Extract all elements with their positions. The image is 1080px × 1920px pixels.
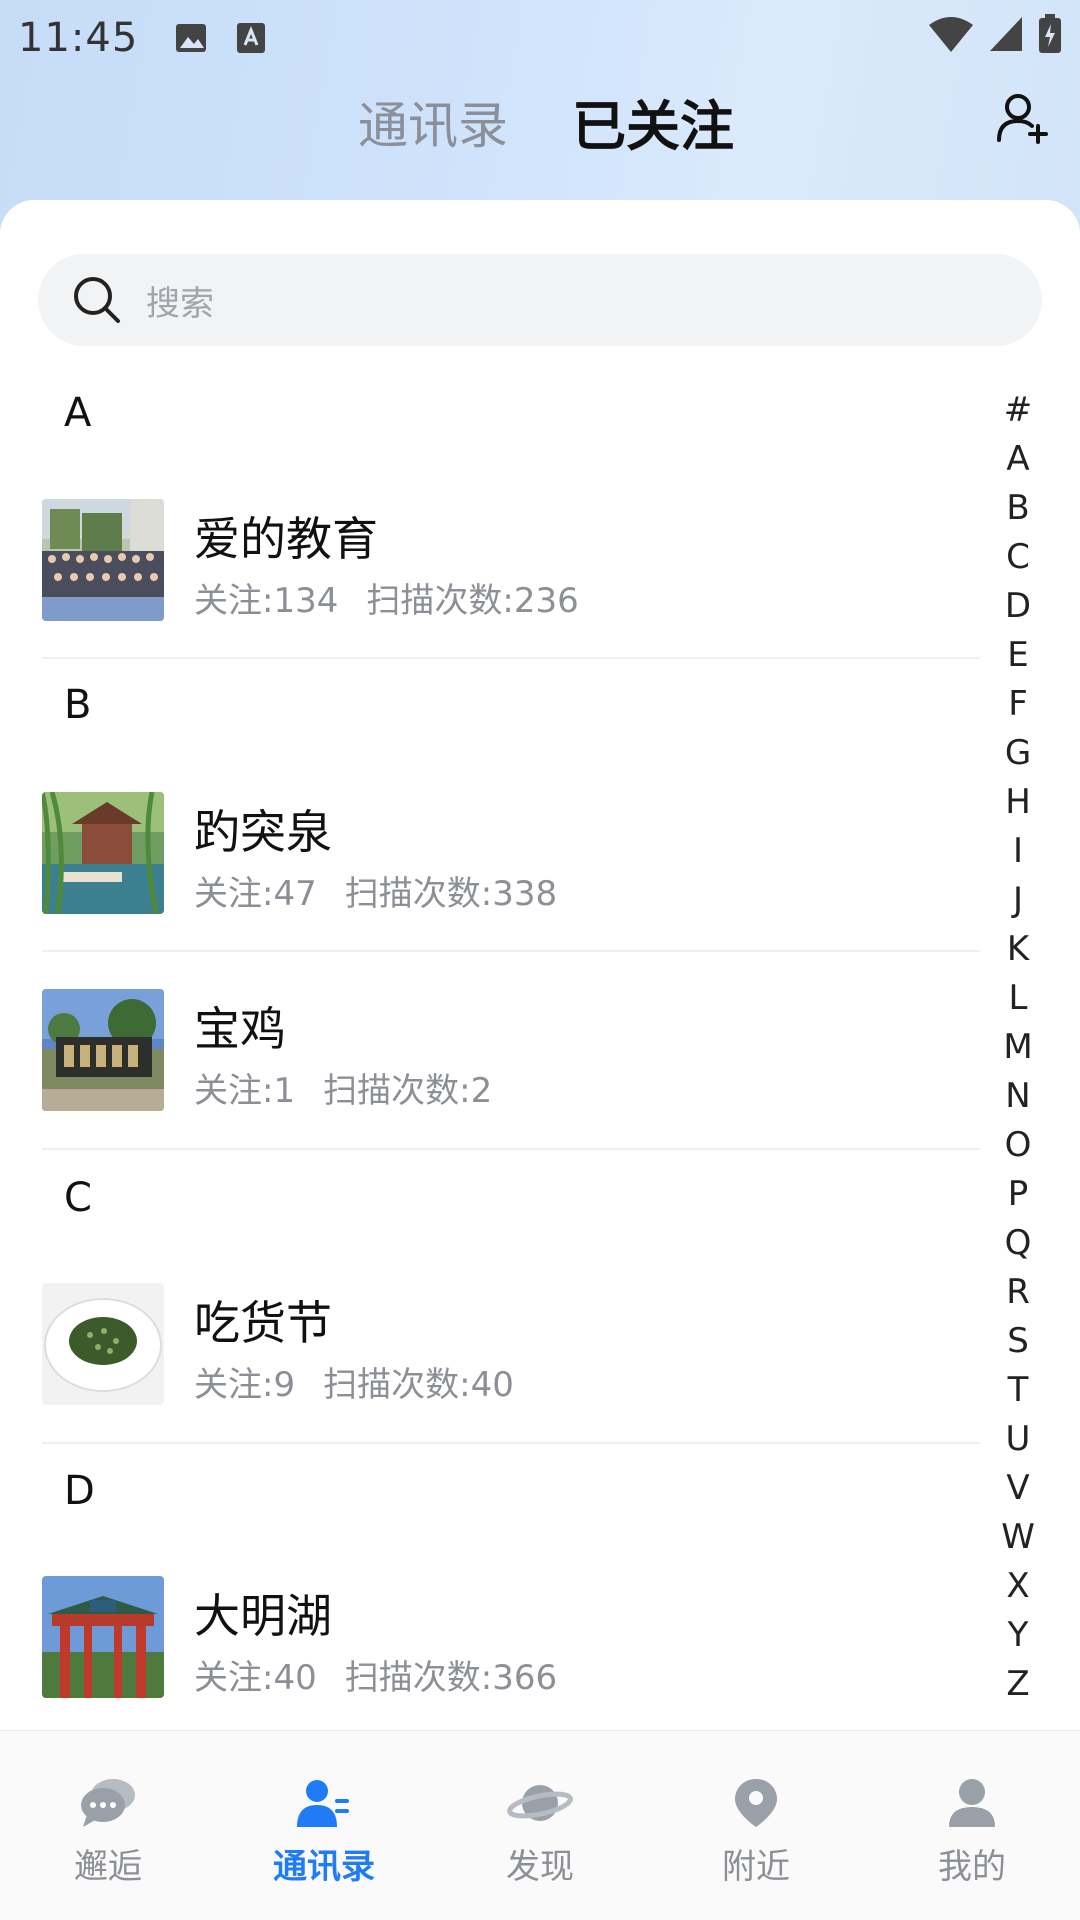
follow-count: 9 (273, 1365, 296, 1405)
follow-count: 47 (273, 874, 317, 914)
index-letter[interactable]: I (1013, 827, 1023, 876)
item-meta: 关注:1 扫描次数:2 (194, 1071, 493, 1111)
nav-label: 邂逅 (74, 1847, 142, 1887)
index-letter[interactable]: D (1005, 582, 1031, 631)
search-icon (74, 277, 120, 323)
index-letter[interactable]: G (1005, 729, 1031, 778)
index-letter[interactable]: P (1008, 1170, 1029, 1219)
index-letter[interactable]: B (1006, 484, 1029, 533)
index-letter[interactable]: Y (1008, 1611, 1029, 1660)
index-letter[interactable]: X (1006, 1562, 1029, 1611)
index-letter[interactable]: Q (1005, 1219, 1032, 1268)
tab-followed[interactable]: 已关注 (572, 82, 734, 161)
index-letter[interactable]: H (1005, 778, 1031, 827)
bottom-nav: 邂逅 通讯录 发现 附近 我的 (0, 1730, 1080, 1920)
scan-count: 236 (513, 581, 579, 621)
list-item[interactable]: 爱的教育 关注:134 扫描次数:236 (42, 499, 980, 621)
section-header-b: B (64, 682, 92, 728)
item-title: 趵突泉 (194, 805, 332, 859)
header: 通讯录 已关注 (0, 76, 1080, 196)
index-letter[interactable]: L (1009, 974, 1028, 1023)
thumbnail-red-gate (42, 1576, 164, 1698)
profile-icon (949, 1779, 995, 1827)
list-item[interactable]: 趵突泉 关注:47 扫描次数:338 (42, 792, 980, 914)
search-bar[interactable]: 搜索 (38, 254, 1042, 346)
item-meta: 关注:134 扫描次数:236 (194, 581, 579, 621)
thumbnail-spring-pavilion (42, 792, 164, 914)
index-letter[interactable]: C (1006, 533, 1030, 582)
item-title: 大明湖 (194, 1589, 332, 1643)
battery-icon (1039, 14, 1061, 53)
divider (42, 950, 980, 952)
index-letter[interactable]: M (1003, 1023, 1032, 1072)
index-letter[interactable]: A (1006, 435, 1029, 484)
index-letter[interactable]: U (1006, 1415, 1031, 1464)
nav-item-encounter[interactable]: 邂逅 (0, 1731, 216, 1920)
follow-count: 1 (273, 1071, 296, 1111)
item-title: 爱的教育 (194, 512, 378, 566)
index-letter[interactable]: S (1007, 1317, 1029, 1366)
nav-label: 我的 (938, 1847, 1006, 1887)
section-header-d: D (64, 1468, 95, 1514)
follow-count: 134 (273, 581, 339, 621)
index-letter[interactable]: V (1006, 1464, 1029, 1513)
index-letter[interactable]: # (1004, 386, 1033, 435)
thumbnail-group-photo (42, 499, 164, 621)
index-letter[interactable]: Z (1006, 1660, 1029, 1709)
signal-icon (990, 17, 1022, 51)
status-bar: 11:45 (0, 0, 1080, 76)
item-title: 宝鸡 (194, 1002, 286, 1056)
item-title: 吃货节 (194, 1296, 332, 1350)
index-letter[interactable]: E (1007, 631, 1028, 680)
nav-label: 发现 (506, 1847, 574, 1887)
list-item[interactable]: 宝鸡 关注:1 扫描次数:2 (42, 989, 980, 1111)
item-meta: 关注:47 扫描次数:338 (194, 874, 558, 914)
follow-count: 40 (273, 1658, 317, 1698)
status-time: 11:45 (18, 15, 139, 61)
chat-bubble-icon (81, 1779, 135, 1827)
content-card: 搜索 A 爱的教育 关注:134 扫描次数:236 B 趵突泉 关注:47 扫描… (0, 200, 1080, 1730)
nav-item-me[interactable]: 我的 (864, 1731, 1080, 1920)
search-placeholder[interactable]: 搜索 (146, 276, 214, 325)
index-letter[interactable]: N (1005, 1072, 1030, 1121)
index-letter[interactable]: J (1013, 876, 1023, 925)
thumbnail-dish-plate (42, 1283, 164, 1405)
scan-count: 366 (492, 1658, 558, 1698)
section-header-c: C (64, 1175, 92, 1221)
nav-item-contacts[interactable]: 通讯录 (216, 1731, 432, 1920)
nav-item-discover[interactable]: 发现 (432, 1731, 648, 1920)
index-letter[interactable]: T (1008, 1366, 1029, 1415)
divider (42, 657, 980, 659)
list-item[interactable]: 吃货节 关注:9 扫描次数:40 (42, 1283, 980, 1405)
planet-icon (507, 1785, 573, 1821)
item-meta: 关注:9 扫描次数:40 (194, 1365, 514, 1405)
text-notification-icon (237, 23, 266, 53)
wifi-icon (929, 17, 973, 52)
nav-item-nearby[interactable]: 附近 (648, 1731, 864, 1920)
scan-count: 2 (470, 1071, 493, 1111)
divider (42, 1148, 980, 1150)
item-meta: 关注:40 扫描次数:366 (194, 1658, 558, 1698)
index-letter[interactable]: K (1007, 925, 1029, 974)
index-letter[interactable]: O (1005, 1121, 1032, 1170)
divider (42, 1442, 980, 1444)
nav-label: 通讯录 (273, 1847, 375, 1887)
contacts-icon (297, 1780, 349, 1827)
image-notification-icon (176, 24, 207, 52)
section-header-a: A (64, 390, 92, 436)
location-pin-icon (735, 1779, 777, 1827)
thumbnail-stone-monument (42, 989, 164, 1111)
index-letter[interactable]: W (1001, 1513, 1035, 1562)
list-item[interactable]: 大明湖 关注:40 扫描次数:366 (42, 1576, 980, 1698)
tab-contacts[interactable]: 通讯录 (358, 86, 508, 158)
nav-label: 附近 (722, 1847, 790, 1887)
alphabet-index-bar[interactable]: # A B C D E F G H I J K L M N O P Q R S T U V W X Y Z (994, 386, 1042, 1709)
scan-count: 40 (470, 1365, 514, 1405)
index-letter[interactable]: F (1008, 680, 1028, 729)
add-user-icon[interactable] (994, 90, 1050, 146)
scan-count: 338 (492, 874, 558, 914)
index-letter[interactable]: R (1006, 1268, 1030, 1317)
